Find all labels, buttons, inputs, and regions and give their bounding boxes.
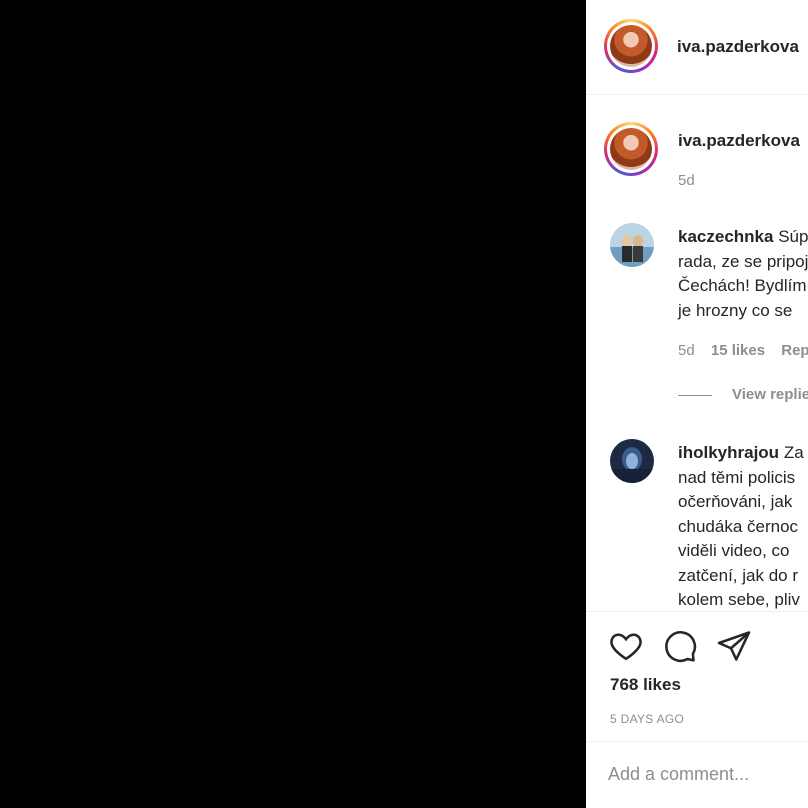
comment-meta: 5d 15 likes Reply <box>678 342 808 359</box>
comment-age: 5d <box>678 342 695 359</box>
caption-age: 5d <box>678 172 695 189</box>
post-date: 5 DAYS AGO <box>610 712 685 726</box>
add-comment-bar <box>586 741 808 808</box>
share-icon[interactable] <box>716 628 752 664</box>
post-media[interactable] <box>0 0 586 808</box>
comment-text: iholkyhrajou Za nad těmi policis očerňov… <box>678 443 804 609</box>
likes-count[interactable]: 768 likes <box>610 675 681 695</box>
replies-divider <box>678 394 712 396</box>
author-username[interactable]: iva.pazderkova <box>677 37 799 57</box>
comment-username[interactable]: kaczechnka <box>678 227 773 246</box>
comment-icon[interactable] <box>662 628 698 664</box>
comment-text: kaczechnka Súp rada, ze se pripoj Čechác… <box>678 227 808 320</box>
post-side-panel: iva.pazderkova iva.pazderkova 5d kaczech… <box>586 0 808 808</box>
caption-avatar[interactable] <box>604 122 658 176</box>
author-avatar[interactable] <box>604 19 658 73</box>
comment-likes[interactable]: 15 likes <box>711 342 765 359</box>
add-comment-input[interactable] <box>608 760 798 788</box>
comment-username[interactable]: iholkyhrajou <box>678 443 779 462</box>
view-replies-button[interactable]: View replies <box>678 386 808 403</box>
comment-avatar[interactable] <box>610 223 654 267</box>
comment-avatar[interactable] <box>610 439 654 483</box>
post-actions: 768 likes 5 DAYS AGO <box>586 611 808 742</box>
caption-username[interactable]: iva.pazderkova <box>678 131 800 151</box>
post-header: iva.pazderkova <box>586 0 808 95</box>
heart-icon[interactable] <box>608 628 644 664</box>
reply-button[interactable]: Reply <box>781 342 808 359</box>
